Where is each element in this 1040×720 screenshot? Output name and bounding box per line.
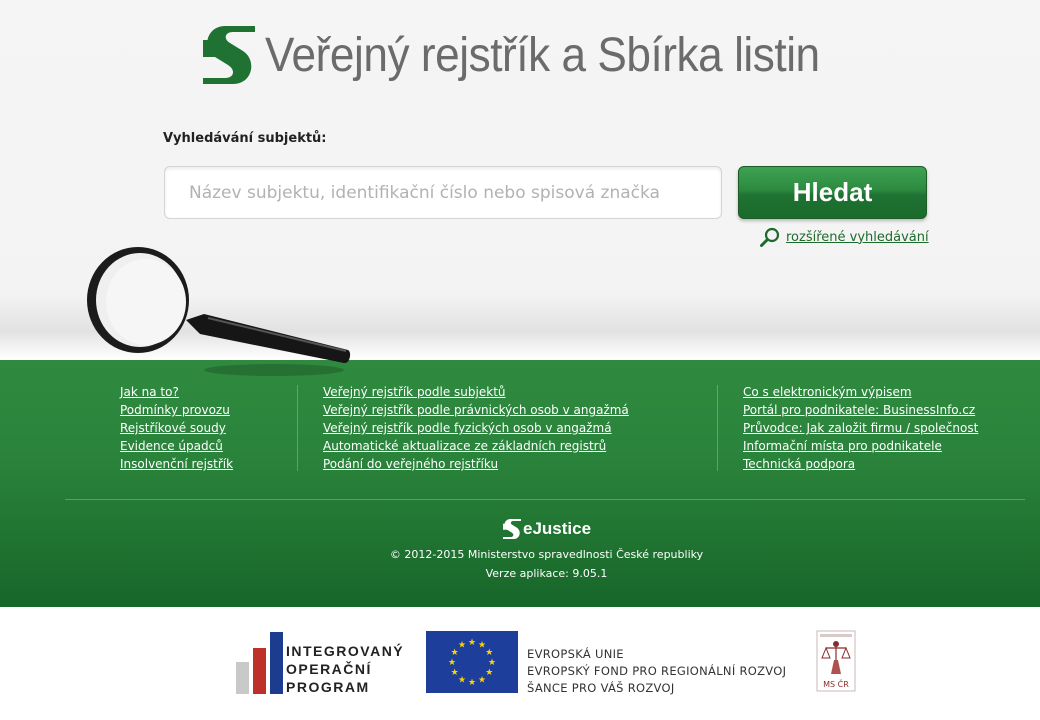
eu-star-icon: ★: [485, 668, 493, 678]
footer-link[interactable]: Co s elektronickým výpisem: [743, 383, 978, 401]
magnifier-icon: [760, 227, 780, 247]
eu-star-icon: ★: [458, 675, 466, 685]
footer-link[interactable]: Veřejný rejstřík podle subjektů: [323, 383, 629, 401]
footer-link[interactable]: Automatické aktualizace ze základních re…: [323, 437, 629, 455]
footer-link[interactable]: Rejstříkové soudy: [120, 419, 233, 437]
footer-link[interactable]: Podání do veřejného rejstříku: [323, 455, 629, 473]
registry-s-logo-icon: [203, 26, 255, 84]
advanced-search-label: rozšířené vyhledávání: [786, 229, 929, 245]
footer-link[interactable]: Insolvenční rejstřík: [120, 455, 233, 473]
ministry-caption: MS ČR: [823, 678, 849, 689]
search-label: Vyhledávání subjektů:: [163, 131, 327, 146]
page-title: Veřejný rejstřík a Sbírka listin: [265, 28, 820, 82]
footer-divider: [297, 385, 298, 471]
eu-flag-icon: ★ ★ ★ ★ ★ ★ ★ ★ ★ ★ ★ ★: [426, 631, 518, 693]
copyright-text: © 2012-2015 Ministerstvo spravedlnosti Č…: [389, 548, 704, 561]
footer-separator: [65, 499, 1025, 500]
eu-logo: ★ ★ ★ ★ ★ ★ ★ ★ ★ ★ ★ ★ EVROPSKÁ UNIE EVROPSKÝ FOND…: [426, 631, 786, 697]
search-button[interactable]: Hledat: [738, 166, 927, 219]
footer-link[interactable]: Podmínky provozu: [120, 401, 233, 419]
footer-link[interactable]: Informační místa pro podnikatele: [743, 437, 978, 455]
iop-text-line: OPERAČNÍ: [286, 661, 372, 677]
footer-link[interactable]: Veřejný rejstřík podle fyzických osob v …: [323, 419, 629, 437]
footer-divider: [717, 385, 718, 471]
eu-star-icon: ★: [451, 668, 459, 678]
footer-link[interactable]: Evidence úpadců: [120, 437, 233, 455]
iop-bars-icon: [236, 630, 283, 694]
footer-column-help: Jak na to? Podmínky provozu Rejstříkové …: [120, 383, 233, 473]
ministry-of-justice-logo-icon: MS ČR: [816, 630, 856, 692]
eu-stars-icon: ★ ★★★★★★★★★★★: [448, 638, 496, 688]
footer-link[interactable]: Průvodce: Jak založit firmu / společnost: [743, 419, 978, 437]
search-input[interactable]: [164, 166, 722, 219]
eu-text-line: EVROPSKÝ FOND PRO REGIONÁLNÍ ROZVOJ: [527, 664, 787, 678]
ejustice-label: eJustice: [523, 519, 592, 538]
site-logo[interactable]: Veřejný rejstřík a Sbírka listin: [203, 24, 868, 86]
ejustice-s-icon: [503, 518, 521, 540]
ejustice-logo[interactable]: eJustice: [503, 517, 591, 541]
eu-star-icon: ★: [485, 648, 493, 658]
eu-star-icon: ★: [488, 658, 496, 668]
advanced-search-link[interactable]: rozšířené vyhledávání: [760, 227, 929, 247]
footer-link[interactable]: Portál pro podnikatele: BusinessInfo.cz: [743, 401, 978, 419]
iop-logo: INTEGROVANÝ OPERAČNÍ PROGRAM: [236, 630, 405, 695]
magnifying-glass-illustration-icon: [87, 247, 351, 376]
footer-link[interactable]: Jak na to?: [120, 383, 233, 401]
eu-text-line: EVROPSKÁ UNIE: [527, 647, 624, 661]
footer-column-business: Co s elektronickým výpisem Portál pro po…: [743, 383, 978, 473]
app-version: Verze aplikace: 9.05.1: [485, 567, 608, 580]
footer-link[interactable]: Technická podpora: [743, 455, 978, 473]
footer-link[interactable]: Veřejný rejstřík podle právnických osob …: [323, 401, 629, 419]
eu-star-icon: ★: [478, 675, 486, 685]
iop-text-line: INTEGROVANÝ: [286, 643, 405, 659]
eu-star-icon: ★: [468, 638, 476, 648]
eu-star-icon: ★: [448, 658, 456, 668]
eu-star-icon: ★: [468, 678, 476, 688]
footer-column-registry: Veřejný rejstřík podle subjektů Veřejný …: [323, 383, 629, 473]
iop-text-line: PROGRAM: [286, 679, 370, 695]
eu-text-line: ŠANCE PRO VÁŠ ROZVOJ: [527, 681, 675, 695]
eu-star-icon: ★: [458, 641, 466, 651]
